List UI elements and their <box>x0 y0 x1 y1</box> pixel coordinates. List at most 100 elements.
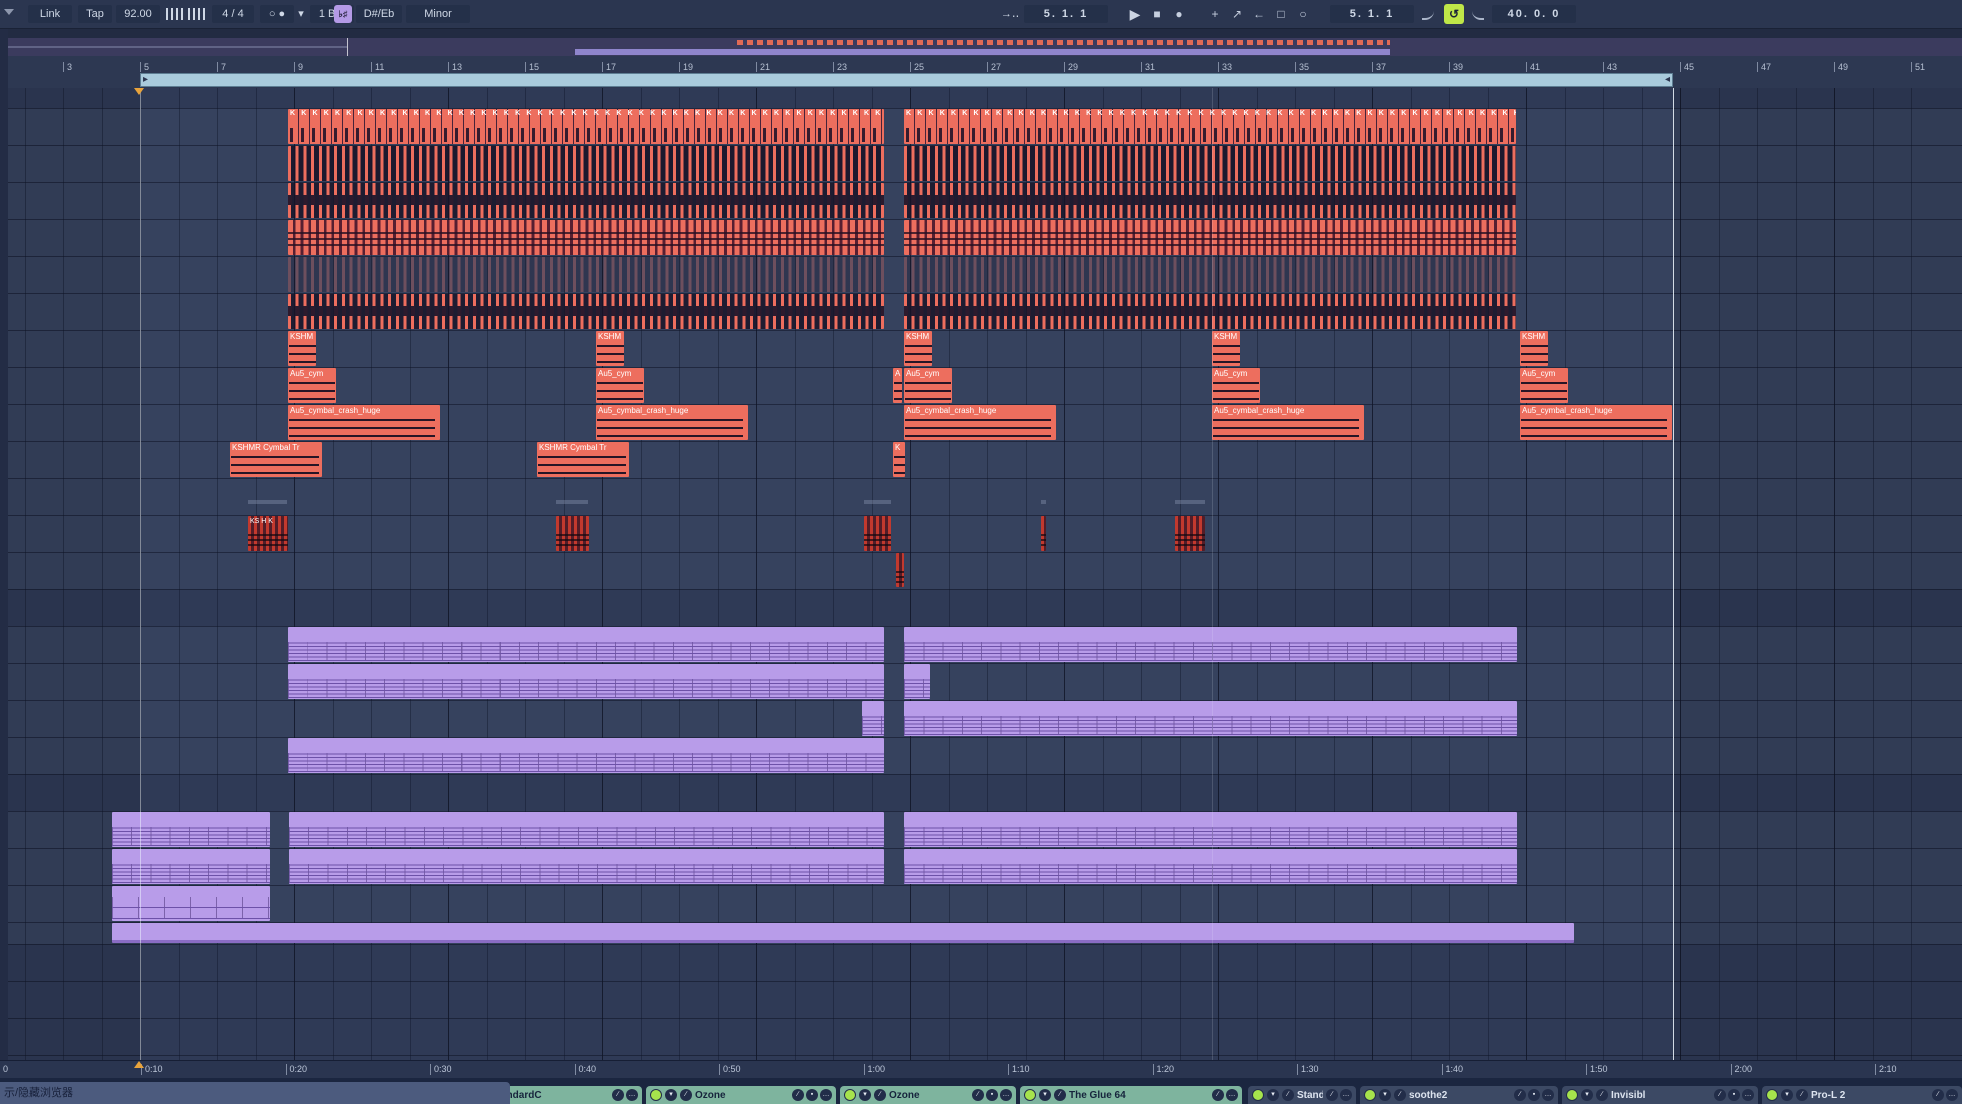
midi-clip[interactable] <box>288 664 884 699</box>
nudge-up-icon[interactable] <box>188 8 206 20</box>
lock-icon[interactable]: ▪ <box>1728 1089 1740 1101</box>
new-button[interactable]: + <box>1206 4 1224 24</box>
midi-clip[interactable] <box>289 812 884 847</box>
audio-clip[interactable]: KSHMR Cymbal Tr <box>230 442 322 477</box>
loop-start-field[interactable]: 5. 1. 1 <box>1330 5 1414 23</box>
fold-device-icon[interactable]: ▾ <box>1379 1089 1391 1101</box>
audio-clip[interactable]: KSHM <box>904 331 932 366</box>
audio-clip[interactable]: Au5_cymbal_crash_huge <box>904 405 1056 440</box>
audio-clip[interactable]: KKKKKKKKKKKKKKKKKKKKKKKKKKKKKKKKKKKKKKKK… <box>288 109 884 144</box>
audio-clip[interactable] <box>288 257 884 292</box>
more-options-icon[interactable]: … <box>1946 1089 1958 1101</box>
hot-swap-icon[interactable]: ∕ <box>874 1089 886 1101</box>
lock-icon[interactable]: ▪ <box>986 1089 998 1101</box>
arrangement-position-field[interactable]: 5. 1. 1 <box>1024 5 1108 23</box>
device-activator-led[interactable] <box>844 1089 856 1101</box>
deactivate-icon[interactable]: ∕ <box>1714 1089 1726 1101</box>
midi-clip[interactable] <box>112 812 270 847</box>
midi-clip[interactable] <box>904 664 930 699</box>
midi-clip[interactable] <box>904 701 1517 736</box>
fold-device-icon[interactable]: ▾ <box>1039 1089 1051 1101</box>
deactivate-icon[interactable]: ∕ <box>792 1089 804 1101</box>
device-header[interactable]: ▾∕Ozone∕▪… <box>646 1086 836 1104</box>
hot-swap-icon[interactable]: ∕ <box>1394 1089 1406 1101</box>
more-options-icon[interactable]: … <box>1542 1089 1554 1101</box>
insert-marker[interactable] <box>134 88 144 95</box>
audio-clip[interactable] <box>288 220 884 255</box>
audio-clip[interactable] <box>904 146 1516 181</box>
time-signature-field[interactable]: 4 / 4 <box>212 5 254 23</box>
midi-clip[interactable] <box>112 886 270 921</box>
audio-clip[interactable]: Au5_cymbal_crash_huge <box>596 405 748 440</box>
device-activator-led[interactable] <box>1566 1089 1578 1101</box>
link-button[interactable]: Link <box>28 5 72 23</box>
lock-icon[interactable]: ▪ <box>1528 1089 1540 1101</box>
audio-clip[interactable]: Au5_cymbal_crash_huge <box>288 405 440 440</box>
arrangement-overview[interactable] <box>0 38 1962 57</box>
audio-clip[interactable]: KSHM <box>596 331 624 366</box>
audio-clip[interactable]: KSHMR Cymbal Tr <box>537 442 629 477</box>
audio-clip[interactable]: KS H K <box>248 516 288 551</box>
minute-time-ruler[interactable]: 00:100:200:300:400:501:001:101:201:301:4… <box>0 1060 1962 1079</box>
select-region-icon[interactable]: □ <box>1272 4 1290 24</box>
hot-swap-icon[interactable]: ∕ <box>1596 1089 1608 1101</box>
scale-mode-button[interactable]: ♭♯ <box>334 5 352 23</box>
deactivate-icon[interactable]: ∕ <box>972 1089 984 1101</box>
audio-clip[interactable]: KSHM <box>288 331 316 366</box>
more-options-icon[interactable]: … <box>626 1089 638 1101</box>
lock-icon[interactable]: ▪ <box>806 1089 818 1101</box>
overview-view-boundary[interactable] <box>347 38 348 56</box>
fold-device-icon[interactable]: ▾ <box>859 1089 871 1101</box>
device-header[interactable]: ▾∕soothe2∕▪… <box>1360 1086 1558 1104</box>
midi-clip[interactable] <box>112 849 270 884</box>
audio-clip[interactable]: Au5_cym <box>1520 368 1568 403</box>
scale-root-menu[interactable]: D#/Eb <box>356 5 402 23</box>
punch-out-icon[interactable] <box>1472 9 1484 20</box>
midi-clip[interactable] <box>862 701 884 736</box>
device-activator-led[interactable] <box>1252 1089 1264 1101</box>
midi-clip[interactable] <box>904 627 1517 662</box>
device-activator-led[interactable] <box>1024 1089 1036 1101</box>
audio-clip[interactable]: K <box>893 442 905 477</box>
automation-mode-icon[interactable]: ○ <box>1294 4 1312 24</box>
loop-brace[interactable]: ▸ ◂ <box>140 73 1673 87</box>
audio-clip[interactable] <box>904 257 1516 292</box>
audio-clip[interactable] <box>1175 516 1205 551</box>
audio-clip[interactable]: Au5_cym <box>596 368 644 403</box>
back-to-arrangement-icon[interactable]: ← <box>1250 4 1268 24</box>
fold-device-icon[interactable]: ▾ <box>1581 1089 1593 1101</box>
deactivate-icon[interactable]: ∕ <box>1932 1089 1944 1101</box>
audio-clip[interactable]: KSHM <box>1212 331 1240 366</box>
record-button[interactable]: ● <box>1170 4 1188 24</box>
loop-start-handle[interactable]: ▸ <box>143 74 148 86</box>
more-options-icon[interactable]: … <box>1000 1089 1012 1101</box>
audio-clip[interactable] <box>864 516 891 551</box>
midi-clip[interactable] <box>904 849 1517 884</box>
arrangement-area[interactable]: KKKKKKKKKKKKKKKKKKKKKKKKKKKKKKKKKKKKKKKK… <box>0 0 1962 1104</box>
insert-marker-bottom[interactable] <box>134 1061 144 1068</box>
audio-clip[interactable] <box>556 516 589 551</box>
audio-clip[interactable] <box>904 294 1516 329</box>
fold-device-icon[interactable]: ▾ <box>665 1089 677 1101</box>
hot-swap-icon[interactable]: ∕ <box>1796 1089 1808 1101</box>
audio-clip[interactable]: Au5_cym <box>288 368 336 403</box>
device-activator-led[interactable] <box>1364 1089 1376 1101</box>
audio-clip[interactable] <box>288 146 884 181</box>
device-activator-led[interactable] <box>650 1089 662 1101</box>
hot-swap-icon[interactable]: ∕ <box>680 1089 692 1101</box>
audio-clip[interactable] <box>1041 516 1046 551</box>
midi-clip[interactable] <box>112 923 1574 943</box>
scale-name-menu[interactable]: Minor <box>406 5 470 23</box>
device-header[interactable]: ▾∕Pro-L 2∕… <box>1762 1086 1962 1104</box>
device-header[interactable]: ▾∕The Glue 64∕… <box>1020 1086 1242 1104</box>
loop-switch[interactable]: ↺ <box>1444 4 1464 24</box>
more-options-icon[interactable]: … <box>1340 1089 1352 1101</box>
audio-clip[interactable] <box>904 183 1516 218</box>
midi-clip[interactable] <box>288 738 884 773</box>
loop-length-field[interactable]: 40. 0. 0 <box>1492 5 1576 23</box>
audio-clip[interactable] <box>288 294 884 329</box>
audio-clip[interactable]: KSHM <box>1520 331 1548 366</box>
midi-clip[interactable] <box>904 812 1517 847</box>
metronome-caret-icon[interactable]: ▾ <box>296 5 306 23</box>
deactivate-icon[interactable]: ∕ <box>612 1089 624 1101</box>
